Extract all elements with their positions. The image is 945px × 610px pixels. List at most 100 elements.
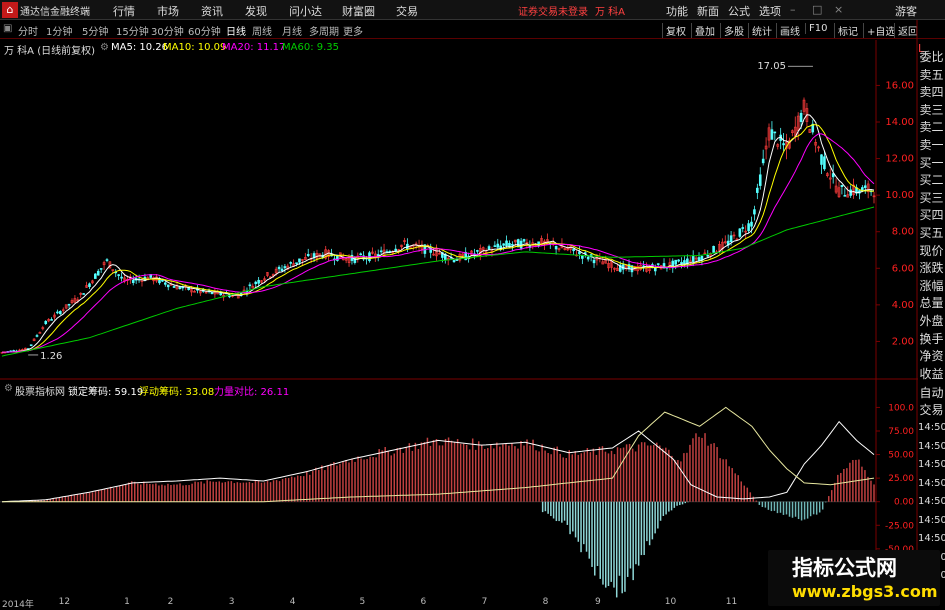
candle-body [782,143,785,146]
candle-body [254,281,258,285]
candle-body [747,223,750,231]
sidebar-item[interactable]: 总量 [918,294,945,312]
sidebar-item[interactable]: 买二 [918,171,945,189]
price-tick-label: 12.00 [885,154,914,165]
ma10-line [1,124,875,353]
candlesticks [0,97,876,354]
footer-year: 2014年 [2,600,34,610]
kline-chart[interactable]: 16.0014.0012.0010.008.006.004.002.00100.… [0,0,945,609]
candle-body [738,228,742,237]
footer-month: 10 [664,597,677,607]
candle-body [677,259,680,262]
sidebar-item[interactable]: 买四 [918,206,945,224]
footer-month: 4 [289,597,296,607]
candle-body [178,286,182,290]
sidebar-item[interactable]: 涨跌 [918,259,945,277]
indicator-tick-label: 50.00 [888,451,914,461]
candle-body [572,248,575,252]
sidebar-item[interactable]: 卖二 [918,118,945,136]
indicator-tick-label: -25.00 [885,521,914,531]
candle-body [706,255,710,257]
locked-chips: 锁定筹码: 59.19 [68,387,144,398]
candle-body [131,279,135,284]
candle-body [758,174,762,186]
candle-body [379,250,383,253]
sidebar-time[interactable]: 14:50 [918,496,945,507]
candle-body [756,187,759,193]
candle-body [753,209,756,215]
candle-body [683,260,686,264]
power-ratio: 力量对比: 26.11 [214,387,290,398]
candle-body [35,335,39,337]
footer-month: 9 [594,597,601,607]
candle-body [508,242,511,248]
price-tick-label: 14.00 [885,117,914,128]
sidebar-item[interactable]: 净资 [918,347,945,365]
indicator-tick-label: 75.00 [888,427,914,437]
sidebar-time[interactable]: 14:50 [918,441,945,452]
sidebar-item[interactable]: 委比 [918,48,945,66]
sidebar-item[interactable]: 涨幅 [918,277,945,295]
sidebar-item[interactable]: 外盘 [918,312,945,330]
sidebar-item[interactable]: 卖三 [918,101,945,119]
sidebar-trade[interactable]: 交易 [918,401,945,419]
candle-body [29,344,33,346]
candle-body [38,332,42,334]
sidebar-item[interactable]: 换手 [918,330,945,348]
candle-body [298,258,301,263]
candle-body [44,320,48,325]
candle-body [554,245,558,250]
indicator-settings-icon[interactable]: ⚙ [4,383,13,394]
candle-body [88,283,91,288]
price-tick-label: 8.00 [892,227,914,238]
sidebar-time[interactable]: 14:50 [918,515,945,526]
sidebar-item[interactable]: 卖四 [918,83,945,101]
candle-body [67,303,71,306]
sidebar-item[interactable]: 现价 [918,242,945,260]
candle-body [511,244,514,246]
candle-body [761,158,765,164]
ma20-line [1,133,875,353]
candle-body [823,156,826,170]
candle-body [729,235,733,242]
candle-body [359,253,363,256]
footer-month: 1 [124,597,130,607]
sidebar-auto[interactable]: 自动 [918,384,945,402]
sidebar-item[interactable]: 收益 [918,365,945,383]
price-tick-label: 16.00 [885,80,914,91]
moving-averages [1,114,875,357]
floating-chips: 浮动筹码: 33.08 [139,387,215,398]
candle-body [799,112,803,122]
candle-body [248,284,252,287]
sidebar-item[interactable]: 买五 [918,224,945,242]
sidebar-time[interactable]: 14:50 [918,422,945,433]
price-axis: 16.00 14.00 12.00 10.00 8.00 6.00 4.00 2.00 100.… [876,80,914,578]
watermark-logo: 指标公式网 www.zbgs3.com [768,550,940,606]
candle-body [50,319,53,321]
sidebar-item[interactable]: 卖五 [918,66,945,84]
sidebar-time[interactable]: 14:50 [918,478,945,489]
candle-body [697,257,701,261]
price-tick-label: 6.00 [892,263,914,274]
sidebar-item[interactable]: 买三 [918,189,945,207]
price-tick-label: 4.00 [892,300,914,311]
sidebar-time[interactable]: 14:50 [918,533,945,544]
footer-month: 6 [420,597,427,607]
indicator-tick-label: 0.00 [894,498,914,508]
price-tick-label: 10.00 [885,190,914,201]
high-label: 17.05 [757,61,786,72]
candle-body [476,250,479,252]
candle-body [166,284,170,288]
locked-chips-line [1,420,875,503]
sidebar-item[interactable]: 买一 [918,154,945,172]
candle-body [452,260,456,263]
sidebar-item[interactable]: 卖一 [918,136,945,154]
candle-body [289,262,293,264]
candle-body [172,286,176,288]
candle-body [863,185,867,188]
candle-body [674,259,677,265]
candle-body [496,243,500,248]
candle-body [741,227,745,229]
sidebar-time[interactable]: 14:50 [918,459,945,470]
candle-body [277,266,281,270]
